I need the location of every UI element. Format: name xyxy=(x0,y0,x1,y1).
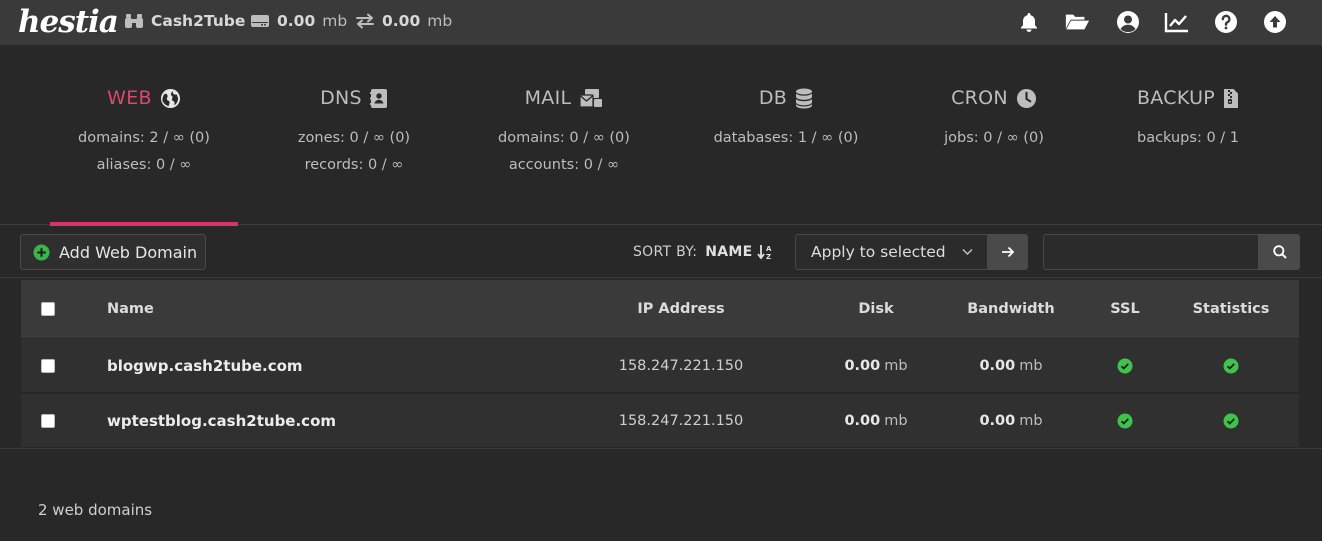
tab-web[interactable]: WEB domains: 2 / ∞ (0) aliases: 0 / ∞ xyxy=(50,47,238,226)
column-header-statistics: Statistics xyxy=(1192,301,1270,317)
tab-title: CRON xyxy=(951,87,1008,109)
user-circle-icon[interactable] xyxy=(1115,10,1141,34)
top-navigation-bar: hestia Cash2Tube 0.00 mb 0.00 mb xyxy=(0,0,1322,46)
row-checkbox[interactable] xyxy=(41,413,55,428)
username: Cash2Tube xyxy=(151,12,246,30)
ssl-enabled-check-icon xyxy=(1117,413,1133,429)
table-row[interactable]: wptestblog.cash2tube.com 158.247.221.150… xyxy=(21,394,1299,448)
bandwidth-cell: 0.00 mb xyxy=(979,412,1043,429)
sort-control[interactable]: SORT BY: NAME AZ xyxy=(633,243,773,261)
column-header-disk: Disk xyxy=(858,301,894,317)
search-button[interactable] xyxy=(1259,234,1300,270)
tab-mail-accounts: accounts: 0 / ∞ xyxy=(508,157,620,173)
disk-usage: 0.00 mb xyxy=(250,10,347,32)
section-tabs: WEB domains: 2 / ∞ (0) aliases: 0 / ∞ DN… xyxy=(0,47,1322,226)
ssl-enabled-check-icon xyxy=(1117,358,1133,374)
toolbar: Add Web Domain SORT BY: NAME AZ Apply to… xyxy=(0,226,1322,278)
column-header-name: Name xyxy=(107,301,154,317)
row-checkbox[interactable] xyxy=(41,358,55,373)
globe-icon xyxy=(160,88,181,109)
bulk-action-selected: Apply to selected xyxy=(811,243,946,261)
bulk-action-select[interactable]: Apply to selected xyxy=(795,234,988,270)
clock-icon xyxy=(1016,88,1037,109)
apply-bulk-action-button[interactable] xyxy=(987,234,1028,270)
column-header-ssl: SSL xyxy=(1110,301,1140,317)
svg-text:Z: Z xyxy=(766,253,771,260)
bandwidth-cell: 0.00 mb xyxy=(979,357,1043,374)
tab-mail[interactable]: MAIL domains: 0 / ∞ (0) accounts: 0 / ∞ xyxy=(470,47,658,225)
search-input[interactable] xyxy=(1043,234,1259,270)
tab-dns-records: records: 0 / ∞ xyxy=(304,157,404,173)
statistics-enabled-check-icon xyxy=(1223,413,1239,429)
binoculars-icon xyxy=(124,13,144,29)
tab-backup-backups: backups: 0 / 1 xyxy=(1136,130,1239,146)
address-book-icon xyxy=(369,88,388,109)
ip-address: 158.247.221.150 xyxy=(618,412,744,429)
select-all-checkbox[interactable] xyxy=(41,302,55,316)
question-circle-icon[interactable] xyxy=(1213,10,1239,34)
bandwidth-usage-unit: mb xyxy=(427,12,453,30)
sort-alpha-down-icon: AZ xyxy=(756,244,773,260)
tab-backup[interactable]: BACKUP backups: 0 / 1 xyxy=(1094,47,1282,225)
arrow-right-icon xyxy=(1001,246,1015,258)
disk-usage-cell: 0.00 mb xyxy=(844,357,908,374)
add-web-domain-label: Add Web Domain xyxy=(59,242,198,262)
sort-value: NAME xyxy=(705,244,753,260)
statistics-enabled-check-icon xyxy=(1223,358,1239,374)
bandwidth-usage-value: 0.00 xyxy=(382,12,421,30)
disk-usage-value: 0.00 xyxy=(277,12,316,30)
mail-bulk-icon xyxy=(579,88,603,108)
exchange-icon xyxy=(355,13,375,29)
tab-title: WEB xyxy=(107,87,152,109)
tab-mail-domains: domains: 0 / ∞ (0) xyxy=(498,130,630,146)
add-web-domain-button[interactable]: Add Web Domain xyxy=(20,234,206,270)
folder-open-icon[interactable] xyxy=(1064,10,1090,34)
sort-label: SORT BY: xyxy=(633,244,698,260)
domain-count: 2 web domains xyxy=(38,501,153,519)
tab-title: DB xyxy=(758,87,788,109)
ip-address: 158.247.221.150 xyxy=(618,357,744,374)
user-indicator[interactable]: Cash2Tube xyxy=(124,10,245,32)
hestia-logo[interactable]: hestia xyxy=(18,2,119,42)
tab-title: DNS xyxy=(320,87,362,109)
file-archive-icon xyxy=(1223,88,1239,109)
tab-db[interactable]: DB databases: 1 / ∞ (0) xyxy=(692,47,880,225)
chevron-down-icon xyxy=(962,248,973,256)
search-icon xyxy=(1272,245,1287,259)
tab-cron-jobs: jobs: 0 / ∞ (0) xyxy=(944,130,1044,146)
database-icon xyxy=(795,88,813,109)
plus-circle-icon xyxy=(33,243,50,261)
tab-cron[interactable]: CRON jobs: 0 / ∞ (0) xyxy=(900,47,1088,225)
svg-text:A: A xyxy=(766,245,772,253)
tab-dns[interactable]: DNS zones: 0 / ∞ (0) records: 0 / ∞ xyxy=(260,47,448,225)
hdd-icon xyxy=(250,13,270,29)
tab-dns-zones: zones: 0 / ∞ (0) xyxy=(297,130,411,146)
tab-title: BACKUP xyxy=(1136,87,1216,109)
table-header: Name IP Address Disk Bandwidth SSL Stati… xyxy=(21,280,1299,338)
bell-icon[interactable] xyxy=(1016,10,1042,34)
chart-line-icon[interactable] xyxy=(1164,10,1190,34)
domain-name-link[interactable]: wptestblog.cash2tube.com xyxy=(107,394,336,447)
tab-web-domains: domains: 2 / ∞ (0) xyxy=(78,130,210,146)
tab-title: MAIL xyxy=(524,87,572,109)
column-header-bandwidth: Bandwidth xyxy=(967,301,1055,317)
table-row[interactable]: blogwp.cash2tube.com 158.247.221.150 0.0… xyxy=(21,339,1299,393)
disk-usage-cell: 0.00 mb xyxy=(844,412,908,429)
tab-web-aliases: aliases: 0 / ∞ xyxy=(96,157,192,173)
table-bottom-divider xyxy=(0,448,1322,449)
tab-db-databases: databases: 1 / ∞ (0) xyxy=(713,130,859,146)
arrow-circle-up-icon[interactable] xyxy=(1262,10,1288,34)
column-header-ip: IP Address xyxy=(637,301,725,317)
disk-usage-unit: mb xyxy=(322,12,348,30)
bandwidth-usage: 0.00 mb xyxy=(355,10,452,32)
domain-name-link[interactable]: blogwp.cash2tube.com xyxy=(107,339,303,392)
